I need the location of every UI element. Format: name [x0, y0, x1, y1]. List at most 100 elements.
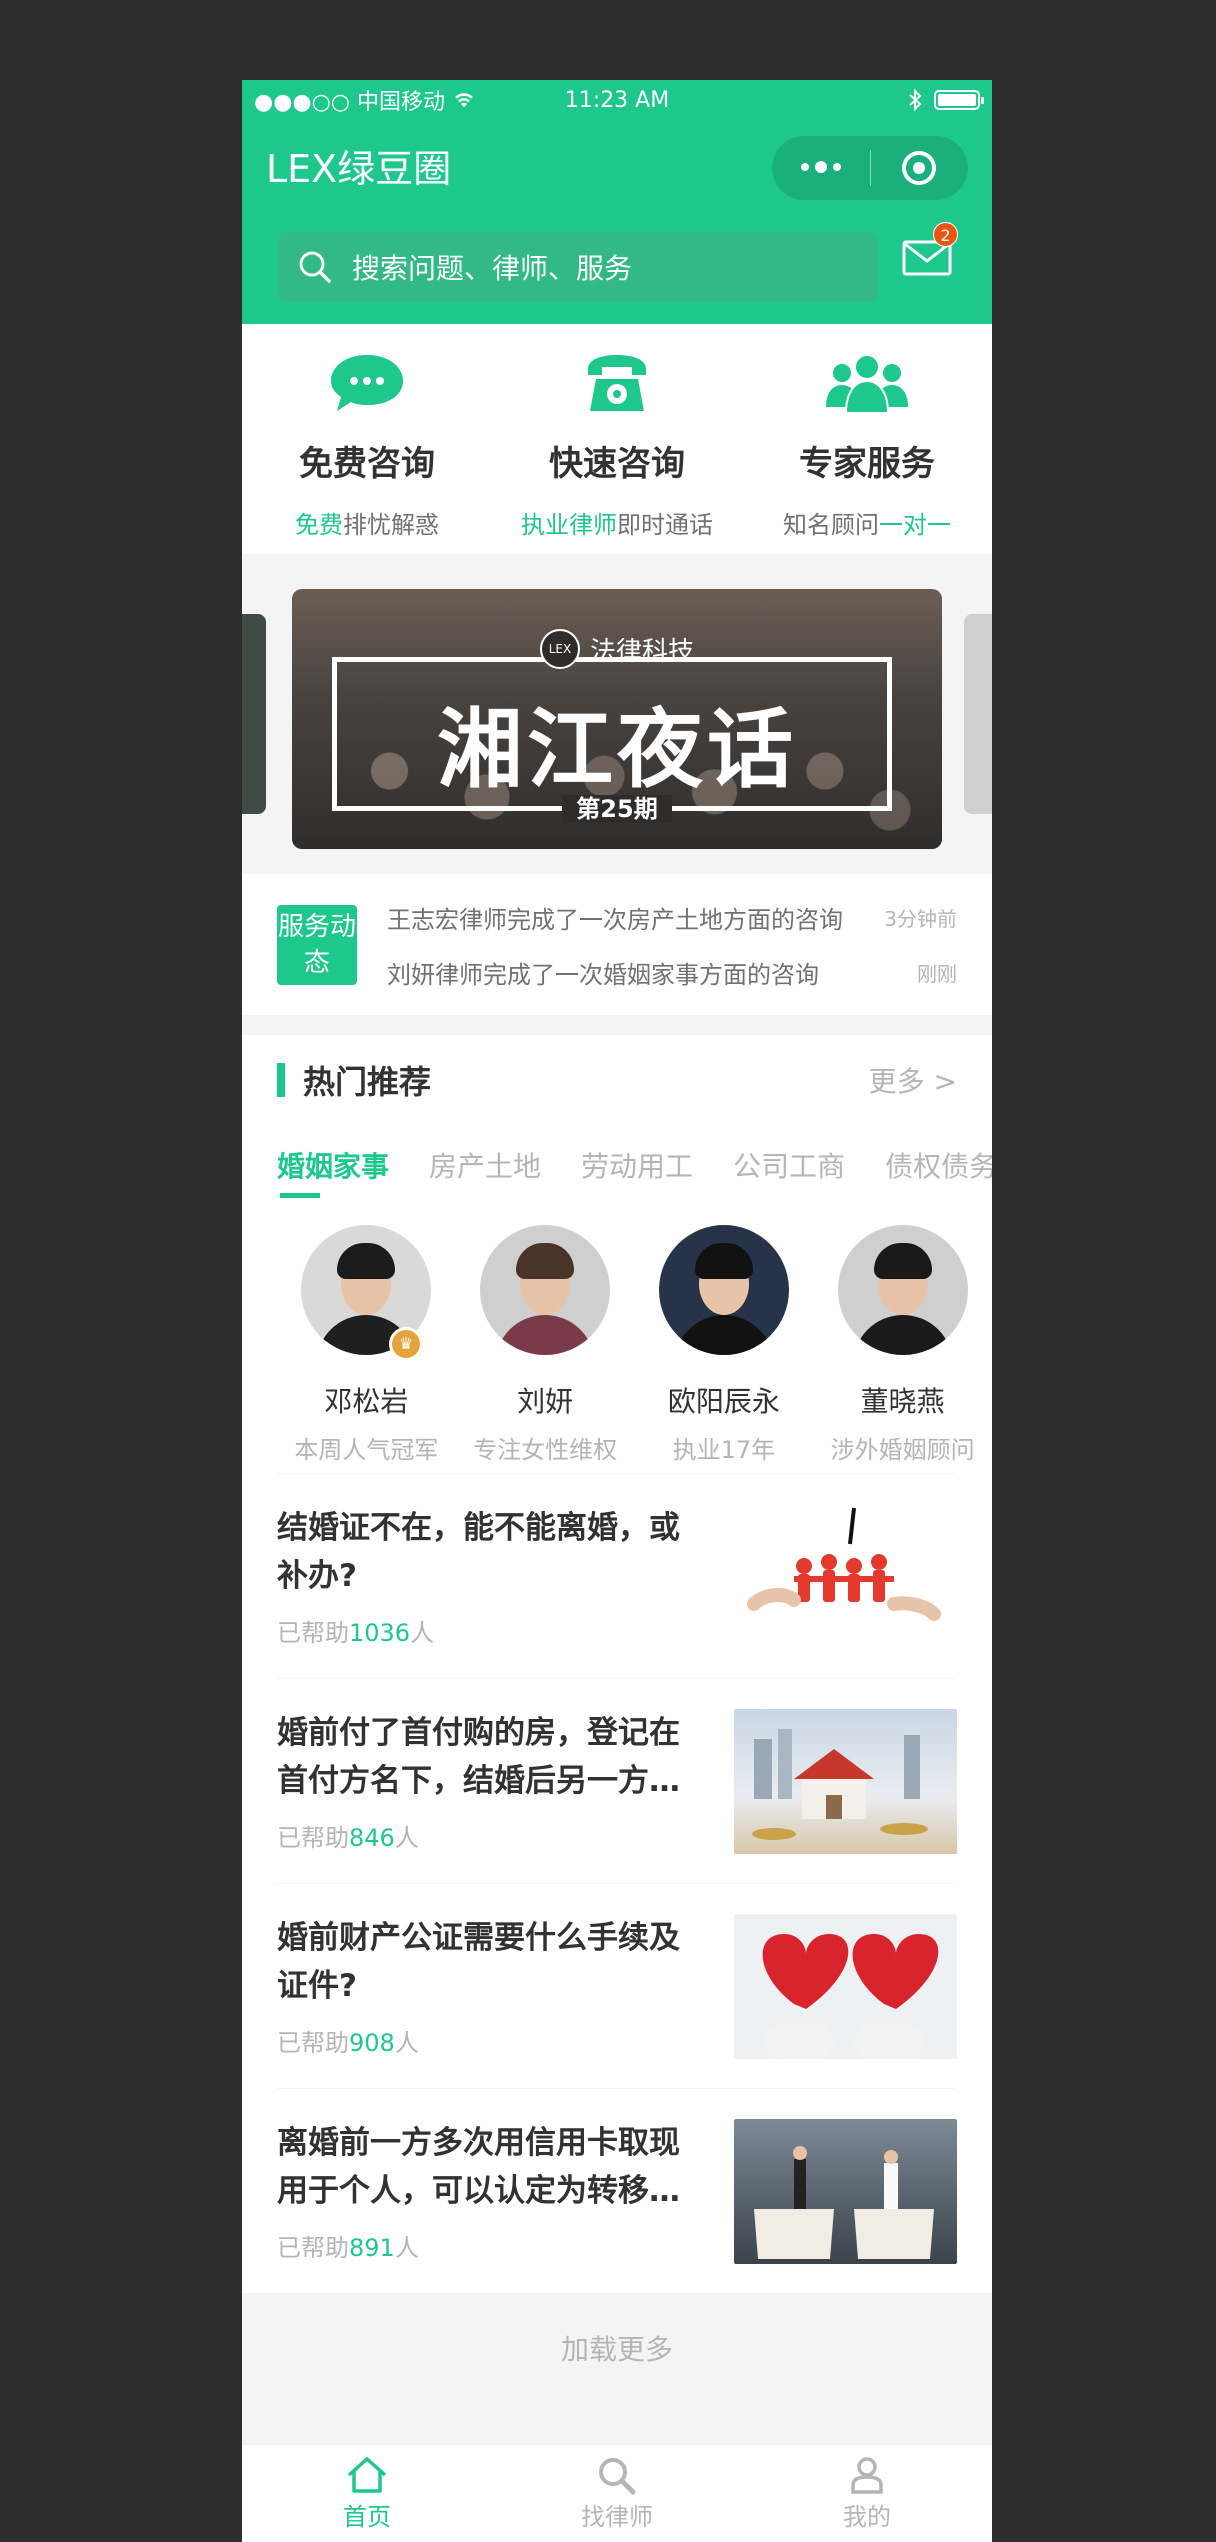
article-image: [734, 1504, 957, 1649]
crown-icon: ♛: [389, 1327, 423, 1361]
article-image: [734, 1709, 957, 1854]
search-placeholder: 搜索问题、律师、服务: [352, 252, 633, 285]
banner-brand: LEX 法律科技: [292, 629, 942, 669]
prev-banner-peek[interactable]: [242, 614, 266, 814]
article-list: 结婚证不在，能不能离婚，或补办? 已帮助1036人 婚前付了首付购的房，登记在首…: [242, 1473, 992, 2293]
article-item[interactable]: 婚前财产公证需要什么手续及证件? 已帮助908人: [277, 1883, 957, 2088]
next-banner-peek[interactable]: [964, 614, 992, 814]
phone-screen: ●●●○○ 中国移动 11:23 AM LEX绿豆圈 搜索问题、律师、服务 2 …: [242, 80, 992, 2542]
lex-logo-icon: LEX: [539, 629, 580, 669]
article-image: [734, 1914, 957, 2059]
message-badge: 2: [933, 222, 958, 247]
helped-count: 已帮助908人: [277, 2029, 419, 2057]
banner-carousel[interactable]: LEX 法律科技 湘江夜话 第25期: [242, 554, 992, 874]
lawyer-list: ♛ 邓松岩 本周人气冠军 刘妍 专注女性维权 欧阳辰永 执业17年 董晓燕 涉外…: [242, 1193, 992, 1473]
lawyer-name: 董晓燕: [860, 1385, 945, 1418]
lawyer-desc: 专注女性维权: [473, 1436, 618, 1464]
close-target-icon: [902, 151, 937, 185]
article-item[interactable]: 离婚前一方多次用信用卡取现用于个人，可以认定为转移… 已帮助891人: [277, 2088, 957, 2293]
service-free-consult[interactable]: 免费咨询 免费排忧解惑: [242, 324, 492, 554]
lawyer-card[interactable]: 董晓燕 涉外婚姻顾问: [813, 1205, 992, 1473]
service-dynamics: 服务动态 王志宏律师完成了一次房产土地方面的咨询 3分钟前 刘妍律师完成了一次婚…: [242, 874, 992, 1015]
expert-group-icon: [822, 348, 912, 418]
service-expert[interactable]: 专家服务 知名顾问一对一: [742, 324, 992, 554]
helped-count: 已帮助891人: [277, 2234, 419, 2262]
article-item[interactable]: 结婚证不在，能不能离婚，或补办? 已帮助1036人: [277, 1473, 957, 1678]
nav-bar: LEX绿豆圈: [242, 120, 992, 210]
service-name: 快速咨询: [549, 444, 685, 484]
lawyer-card[interactable]: 欧阳辰永 执业17年: [635, 1205, 814, 1473]
service-desc: 执业律师即时通话: [521, 511, 713, 539]
helped-count: 已帮助1036人: [277, 1619, 435, 1647]
service-name: 免费咨询: [299, 444, 435, 484]
tab-property-land[interactable]: 房产土地: [429, 1145, 541, 1185]
service-desc: 知名顾问一对一: [783, 511, 951, 539]
banner-issue: 第25期: [292, 789, 942, 824]
avatar: [658, 1225, 789, 1355]
battery-icon: [934, 90, 984, 110]
article-title: 离婚前一方多次用信用卡取现用于个人，可以认定为转移…: [277, 2125, 680, 2209]
helped-count: 已帮助846人: [277, 1824, 419, 1852]
banner-slide[interactable]: LEX 法律科技 湘江夜话 第25期: [292, 589, 942, 849]
article-title: 结婚证不在，能不能离婚，或补办?: [277, 1510, 680, 1594]
search-icon: [599, 2458, 636, 2495]
header: ●●●○○ 中国移动 11:23 AM LEX绿豆圈 搜索问题、律师、服务 2: [242, 80, 992, 324]
more-dot-icon: [814, 161, 827, 173]
message-button[interactable]: 2: [902, 222, 958, 280]
lawyer-name: 欧阳辰永: [667, 1385, 780, 1418]
article-title: 婚前付了首付购的房，登记在首付方名下，结婚后另一方…: [277, 1715, 680, 1799]
search-input[interactable]: 搜索问题、律师、服务: [278, 232, 878, 302]
hot-recommend: 热门推荐 更多 > 婚姻家事 房产土地 劳动用工 公司工商 债权债务 ♛ 邓松岩…: [242, 1035, 992, 1473]
lawyer-desc: 执业17年: [672, 1436, 776, 1464]
lawyer-desc: 本周人气冠军: [294, 1436, 439, 1464]
article-item[interactable]: 婚前付了首付购的房，登记在首付方名下，结婚后另一方… 已帮助846人: [277, 1678, 957, 1883]
banner-title: 湘江夜话: [437, 700, 797, 800]
avatar: [480, 1225, 611, 1355]
tab-indicator: [280, 1193, 320, 1198]
dynamics-item[interactable]: 刘妍律师完成了一次婚姻家事方面的咨询 刚刚: [387, 955, 957, 990]
tabbar-home[interactable]: 首页: [242, 2445, 492, 2542]
more-dot-icon: [800, 163, 809, 171]
more-menu-button[interactable]: [772, 161, 870, 173]
home-icon: [347, 2457, 387, 2493]
quick-services: 免费咨询 免费排忧解惑 快速咨询 执业律师即时通话 专家服务 知名顾问一对一: [242, 324, 992, 554]
mini-program-capsule: [772, 136, 968, 200]
hot-header: 热门推荐 更多 >: [242, 1035, 992, 1125]
lawyer-card[interactable]: 刘妍 专注女性维权: [456, 1205, 635, 1473]
close-button[interactable]: [871, 151, 969, 185]
section-accent-bar: [277, 1063, 285, 1097]
lawyer-card[interactable]: ♛ 邓松岩 本周人气冠军: [277, 1205, 456, 1473]
category-tabs: 婚姻家事 房产土地 劳动用工 公司工商 债权债务: [242, 1125, 992, 1205]
wifi-icon: [455, 93, 473, 107]
chat-bubble-icon: [322, 348, 412, 418]
dynamics-item[interactable]: 王志宏律师完成了一次房产土地方面的咨询 3分钟前: [387, 900, 957, 935]
more-dot-icon: [832, 163, 841, 171]
article-image: [734, 2119, 957, 2264]
app-title: LEX绿豆圈: [266, 146, 452, 191]
tab-company[interactable]: 公司工商: [733, 1145, 845, 1185]
lawyer-name: 邓松岩: [324, 1385, 409, 1418]
service-fast-consult[interactable]: 快速咨询 执业律师即时通话: [492, 324, 742, 554]
bottom-tab-bar: 首页 找律师 我的: [242, 2444, 992, 2542]
dynamics-tag: 服务动态: [277, 904, 357, 985]
telephone-icon: [572, 348, 662, 418]
carrier-signal: ●●●○○ 中国移动: [254, 90, 445, 115]
avatar: [837, 1225, 968, 1355]
bluetooth-icon: [909, 89, 922, 111]
lawyer-name: 刘妍: [517, 1385, 574, 1418]
lawyer-desc: 涉外婚姻顾问: [830, 1436, 975, 1464]
article-title: 婚前财产公证需要什么手续及证件?: [277, 1920, 680, 2004]
user-icon: [851, 2457, 883, 2494]
tab-debt[interactable]: 债权债务: [885, 1145, 992, 1185]
status-bar: ●●●○○ 中国移动 11:23 AM: [242, 80, 992, 120]
more-link[interactable]: 更多 >: [869, 1060, 957, 1100]
tab-marriage-family[interactable]: 婚姻家事: [277, 1145, 389, 1185]
status-time: 11:23 AM: [564, 87, 670, 113]
service-name: 专家服务: [799, 444, 935, 484]
section-title: 热门推荐: [303, 1063, 432, 1101]
tabbar-find-lawyer[interactable]: 找律师: [492, 2445, 742, 2542]
tab-labor[interactable]: 劳动用工: [581, 1145, 693, 1185]
tabbar-me[interactable]: 我的: [742, 2445, 992, 2542]
service-desc: 免费排忧解惑: [295, 511, 439, 539]
load-more-button[interactable]: 加载更多: [242, 2293, 992, 2403]
